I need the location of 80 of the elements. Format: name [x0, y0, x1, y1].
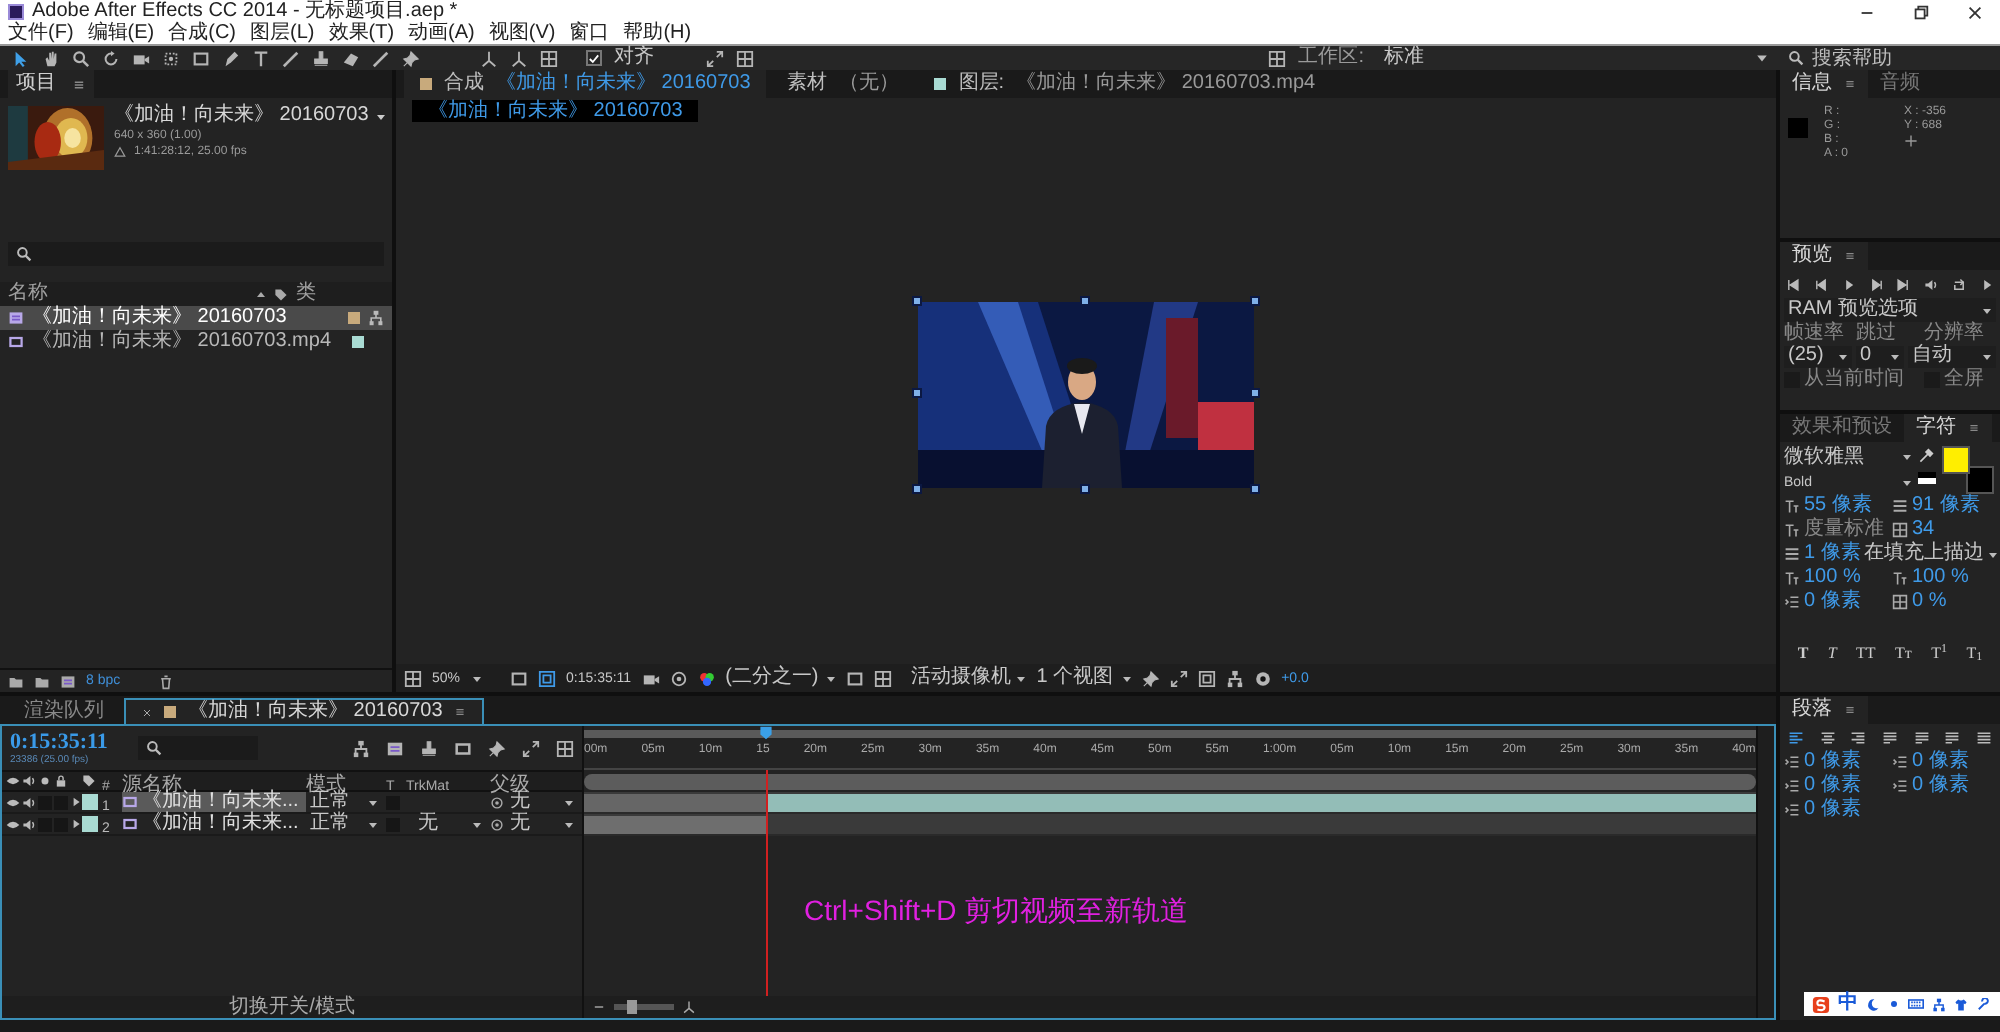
- menu-item[interactable]: 文件(F): [8, 24, 74, 44]
- value-dropdown[interactable]: 自动: [1908, 345, 1996, 367]
- value-dropdown[interactable]: 0: [1856, 345, 1904, 367]
- field-value[interactable]: 度量标准: [1804, 520, 1884, 540]
- view-layout-dropdown[interactable]: 1 个视图: [1036, 668, 1132, 688]
- parent-dropdown[interactable]: 无: [510, 814, 582, 834]
- field-value[interactable]: 0 像素: [1804, 776, 1861, 796]
- text-style-button[interactable]: T$^{1}$: [1931, 645, 1948, 661]
- menu-item[interactable]: 视图(V): [488, 24, 556, 44]
- project-item-name: 《加油！向未来》 20160703: [32, 308, 289, 328]
- resolution-dropdown[interactable]: (二分之一): [725, 668, 837, 688]
- panel-tab[interactable]: 信息: [1780, 70, 1868, 98]
- input-mode[interactable]: 中: [1838, 994, 1858, 1014]
- checkbox-label: 全屏: [1944, 370, 1984, 390]
- track-matte-dropdown[interactable]: 无: [406, 814, 490, 834]
- text-style-button[interactable]: TT: [1856, 645, 1876, 661]
- field-value[interactable]: 55 像素: [1804, 496, 1872, 516]
- project-item-name: 《加油！向未来》 20160703.mp4: [32, 332, 334, 352]
- field-label: 分辨率: [1924, 323, 1984, 343]
- toggle-switches-modes-button[interactable]: 切换开关/模式: [229, 997, 355, 1017]
- search-help-field[interactable]: 搜索帮助: [1788, 48, 1988, 68]
- window-title: Adobe After Effects CC 2014 - 无标题项目.aep *: [32, 2, 458, 22]
- parent-dropdown[interactable]: 无: [510, 792, 582, 812]
- workspace-dropdown[interactable]: 标准: [1376, 48, 1776, 68]
- field-label: 跳过: [1856, 323, 1898, 343]
- input-method-bar[interactable]: 中: [1804, 992, 2000, 1016]
- value-dropdown[interactable]: (25): [1784, 345, 1852, 367]
- column-header[interactable]: 模式: [306, 773, 346, 795]
- checkbox-label: 从当前时间: [1804, 370, 1906, 390]
- column-header[interactable]: 源名称: [122, 773, 182, 795]
- camera-dropdown[interactable]: 活动摄像机: [902, 668, 1027, 688]
- current-time[interactable]: 0:15:35:11: [10, 731, 130, 753]
- field-value[interactable]: 0 像素: [1804, 592, 1861, 612]
- project-item-title: 《加油！向未来》 20160703: [114, 106, 369, 126]
- mode-dropdown[interactable]: 正常: [306, 814, 386, 834]
- menu-item[interactable]: 合成(C): [168, 24, 237, 44]
- annotation-text: Ctrl+Shift+D 剪切视频至新轨道: [804, 894, 1189, 926]
- menu-item[interactable]: 窗口: [569, 24, 610, 44]
- ram-options-dropdown[interactable]: RAM 预览选项: [1784, 298, 1996, 322]
- menu-item[interactable]: 图层(L): [250, 24, 315, 44]
- layer-name[interactable]: 《加油！向未来...: [122, 792, 306, 812]
- project-item[interactable]: 《加油！向未来》 20160703: [0, 306, 392, 330]
- text-style-button[interactable]: T: [1797, 645, 1809, 661]
- text-style-button[interactable]: Tᴛ: [1895, 645, 1912, 661]
- workspace-label: 工作区:: [1298, 48, 1364, 68]
- field-value[interactable]: 0 像素: [1804, 800, 1861, 820]
- panel-tab[interactable]: 项目: [8, 70, 94, 98]
- field-value[interactable]: 0 像素: [1804, 752, 1861, 772]
- snap-label: 对齐: [614, 48, 654, 68]
- panel-tab[interactable]: 音频: [1868, 70, 1932, 98]
- field-value[interactable]: 0 像素: [1912, 752, 1969, 772]
- panel-tab[interactable]: 字符: [1904, 414, 1992, 442]
- font-dropdown[interactable]: 微软雅黑: [1784, 446, 1912, 468]
- viewer-tab[interactable]: 合成 《加油！向未来》 20160703: [404, 70, 767, 98]
- field-value[interactable]: 91 像素: [1912, 496, 1980, 516]
- breadcrumb[interactable]: 《加油！向未来》 20160703: [412, 100, 699, 122]
- menu-item[interactable]: 动画(A): [408, 24, 475, 44]
- field-value[interactable]: 100 %: [1912, 568, 1969, 588]
- project-item[interactable]: 《加油！向未来》 20160703.mp4: [0, 330, 392, 354]
- mode-dropdown[interactable]: 正常: [306, 792, 386, 812]
- panel-tab[interactable]: 预览: [1780, 242, 1868, 270]
- menu-item[interactable]: 编辑(E): [87, 24, 155, 44]
- column-header[interactable]: 父级: [490, 773, 530, 795]
- stroke-mode-dropdown[interactable]: 在填充上描边: [1864, 544, 1998, 564]
- text-style-button[interactable]: T$_{1}$: [1966, 645, 1983, 661]
- layer-name[interactable]: 《加油！向未来...: [122, 814, 306, 834]
- timeline-tab[interactable]: 渲染队列: [8, 698, 120, 724]
- panel-tab[interactable]: 效果和预设: [1780, 414, 1904, 442]
- timeline-tab[interactable]: 《加油！向未来》 20160703: [124, 698, 485, 724]
- menu-item[interactable]: 帮助(H): [623, 24, 692, 44]
- field-value[interactable]: 0 %: [1912, 592, 1947, 612]
- column-header[interactable]: 类: [296, 284, 316, 304]
- menu-item[interactable]: 效果(T): [328, 24, 395, 44]
- field-value[interactable]: 1 像素: [1804, 544, 1861, 564]
- field-value[interactable]: 0 像素: [1912, 776, 1969, 796]
- field-label: 帧速率: [1784, 323, 1846, 343]
- field-value[interactable]: 100 %: [1804, 568, 1861, 588]
- text-style-button[interactable]: T: [1827, 645, 1837, 661]
- panel-tab[interactable]: 段落: [1780, 696, 1868, 724]
- field-value[interactable]: 34: [1912, 520, 1935, 540]
